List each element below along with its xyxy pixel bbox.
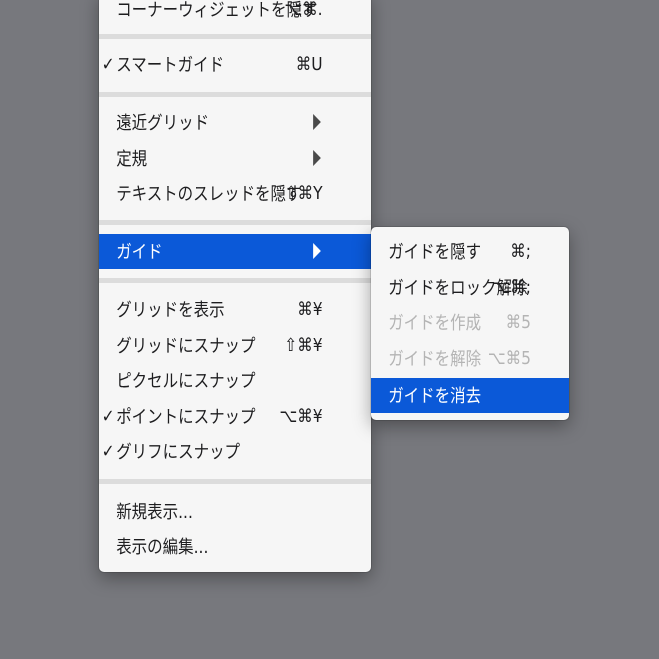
menu-item-hide-text-threads[interactable]: テキストのスレッドを隠す ⇧⌘Y bbox=[99, 176, 333, 210]
menu-separator bbox=[99, 278, 371, 283]
menu-item-label: ピクセルにスナップ bbox=[116, 367, 255, 393]
menu-item-label: テキストのスレッドを隠す bbox=[116, 180, 301, 206]
menu-item-clear-guides[interactable]: ガイドを消去 bbox=[371, 378, 541, 412]
menu-item-hide-guides[interactable]: ガイドを隠す ⌘; bbox=[371, 234, 541, 268]
menu-item-label: ガイド bbox=[116, 238, 162, 264]
menu-item-snap-to-pixel[interactable]: ピクセルにスナップ bbox=[99, 363, 333, 397]
guides-submenu: ガイドを隠す ⌘; ガイドをロック解除 ⌥⌘; ガイドを作成 ⌘5 ガイドを解除… bbox=[371, 227, 569, 420]
submenu-arrow-icon bbox=[313, 114, 321, 130]
shortcut-label: ⌘U bbox=[296, 54, 323, 75]
menu-item-label: ガイドを解除 bbox=[388, 345, 481, 371]
menu-item-label: スマートガイド bbox=[116, 51, 224, 77]
menu-separator bbox=[99, 34, 371, 39]
shortcut-label: ⌥⌘; bbox=[492, 277, 531, 298]
menu-item-guides[interactable]: ガイド bbox=[99, 234, 333, 268]
menu-item-label: 遠近グリッド bbox=[116, 109, 209, 135]
shortcut-label: ⌥⌘5 bbox=[488, 348, 531, 369]
menu-item-unlock-guides[interactable]: ガイドをロック解除 ⌥⌘; bbox=[371, 270, 541, 304]
menu-item-label: 定規 bbox=[116, 145, 147, 171]
menu-separator bbox=[99, 220, 371, 225]
shortcut-label: ⌘; bbox=[510, 241, 531, 262]
view-menu: コーナーウィジェットを隠す ⌥⌘. ✓ スマートガイド ⌘U 遠近グリッド 定規… bbox=[99, 0, 371, 572]
menu-item-label: 新規表示... bbox=[116, 498, 193, 524]
shortcut-label: ⌥⌘. bbox=[284, 0, 322, 20]
menu-item-label: グリッドを表示 bbox=[116, 296, 224, 322]
menu-item-release-guides: ガイドを解除 ⌥⌘5 bbox=[371, 341, 541, 375]
menu-item-label: グリフにスナップ bbox=[116, 438, 240, 464]
menu-item-edit-views[interactable]: 表示の編集... bbox=[99, 529, 333, 563]
submenu-arrow-icon bbox=[313, 150, 321, 166]
menu-item-perspective-grid[interactable]: 遠近グリッド bbox=[99, 105, 333, 139]
desktop-background: { "main_menu": { "corner_widget": { "lab… bbox=[0, 0, 659, 659]
menu-item-show-grid[interactable]: グリッドを表示 ⌘¥ bbox=[99, 292, 333, 326]
menu-item-label: グリッドにスナップ bbox=[116, 332, 255, 358]
menu-item-new-view[interactable]: 新規表示... bbox=[99, 494, 333, 528]
menu-item-snap-to-glyph[interactable]: ✓ グリフにスナップ bbox=[99, 434, 333, 468]
menu-item-rulers[interactable]: 定規 bbox=[99, 141, 333, 175]
menu-item-label: 表示の編集... bbox=[116, 533, 208, 559]
checkmark-icon: ✓ bbox=[102, 406, 116, 427]
menu-item-label: ガイドを隠す bbox=[388, 238, 481, 264]
menu-separator bbox=[99, 479, 371, 484]
menu-item-hide-corner-widget[interactable]: コーナーウィジェットを隠す ⌥⌘. bbox=[99, 0, 333, 26]
checkmark-icon: ✓ bbox=[102, 54, 116, 75]
menu-item-label: ガイドを作成 bbox=[388, 309, 481, 335]
menu-item-snap-to-grid[interactable]: グリッドにスナップ ⇧⌘¥ bbox=[99, 328, 333, 362]
menu-item-label: ポイントにスナップ bbox=[116, 403, 255, 429]
checkmark-icon: ✓ bbox=[102, 441, 116, 462]
menu-item-snap-to-point[interactable]: ✓ ポイントにスナップ ⌥⌘¥ bbox=[99, 399, 333, 433]
shortcut-label: ⌘¥ bbox=[297, 299, 322, 320]
submenu-arrow-icon bbox=[313, 243, 321, 259]
shortcut-label: ⌘5 bbox=[506, 312, 531, 333]
shortcut-label: ⌥⌘¥ bbox=[279, 406, 322, 427]
menu-item-make-guides: ガイドを作成 ⌘5 bbox=[371, 305, 541, 339]
shortcut-label: ⇧⌘¥ bbox=[284, 335, 322, 356]
menu-item-smart-guides[interactable]: ✓ スマートガイド ⌘U bbox=[99, 47, 333, 81]
menu-item-label: ガイドを消去 bbox=[388, 382, 481, 408]
shortcut-label: ⇧⌘Y bbox=[285, 183, 323, 204]
menu-separator bbox=[99, 92, 371, 97]
